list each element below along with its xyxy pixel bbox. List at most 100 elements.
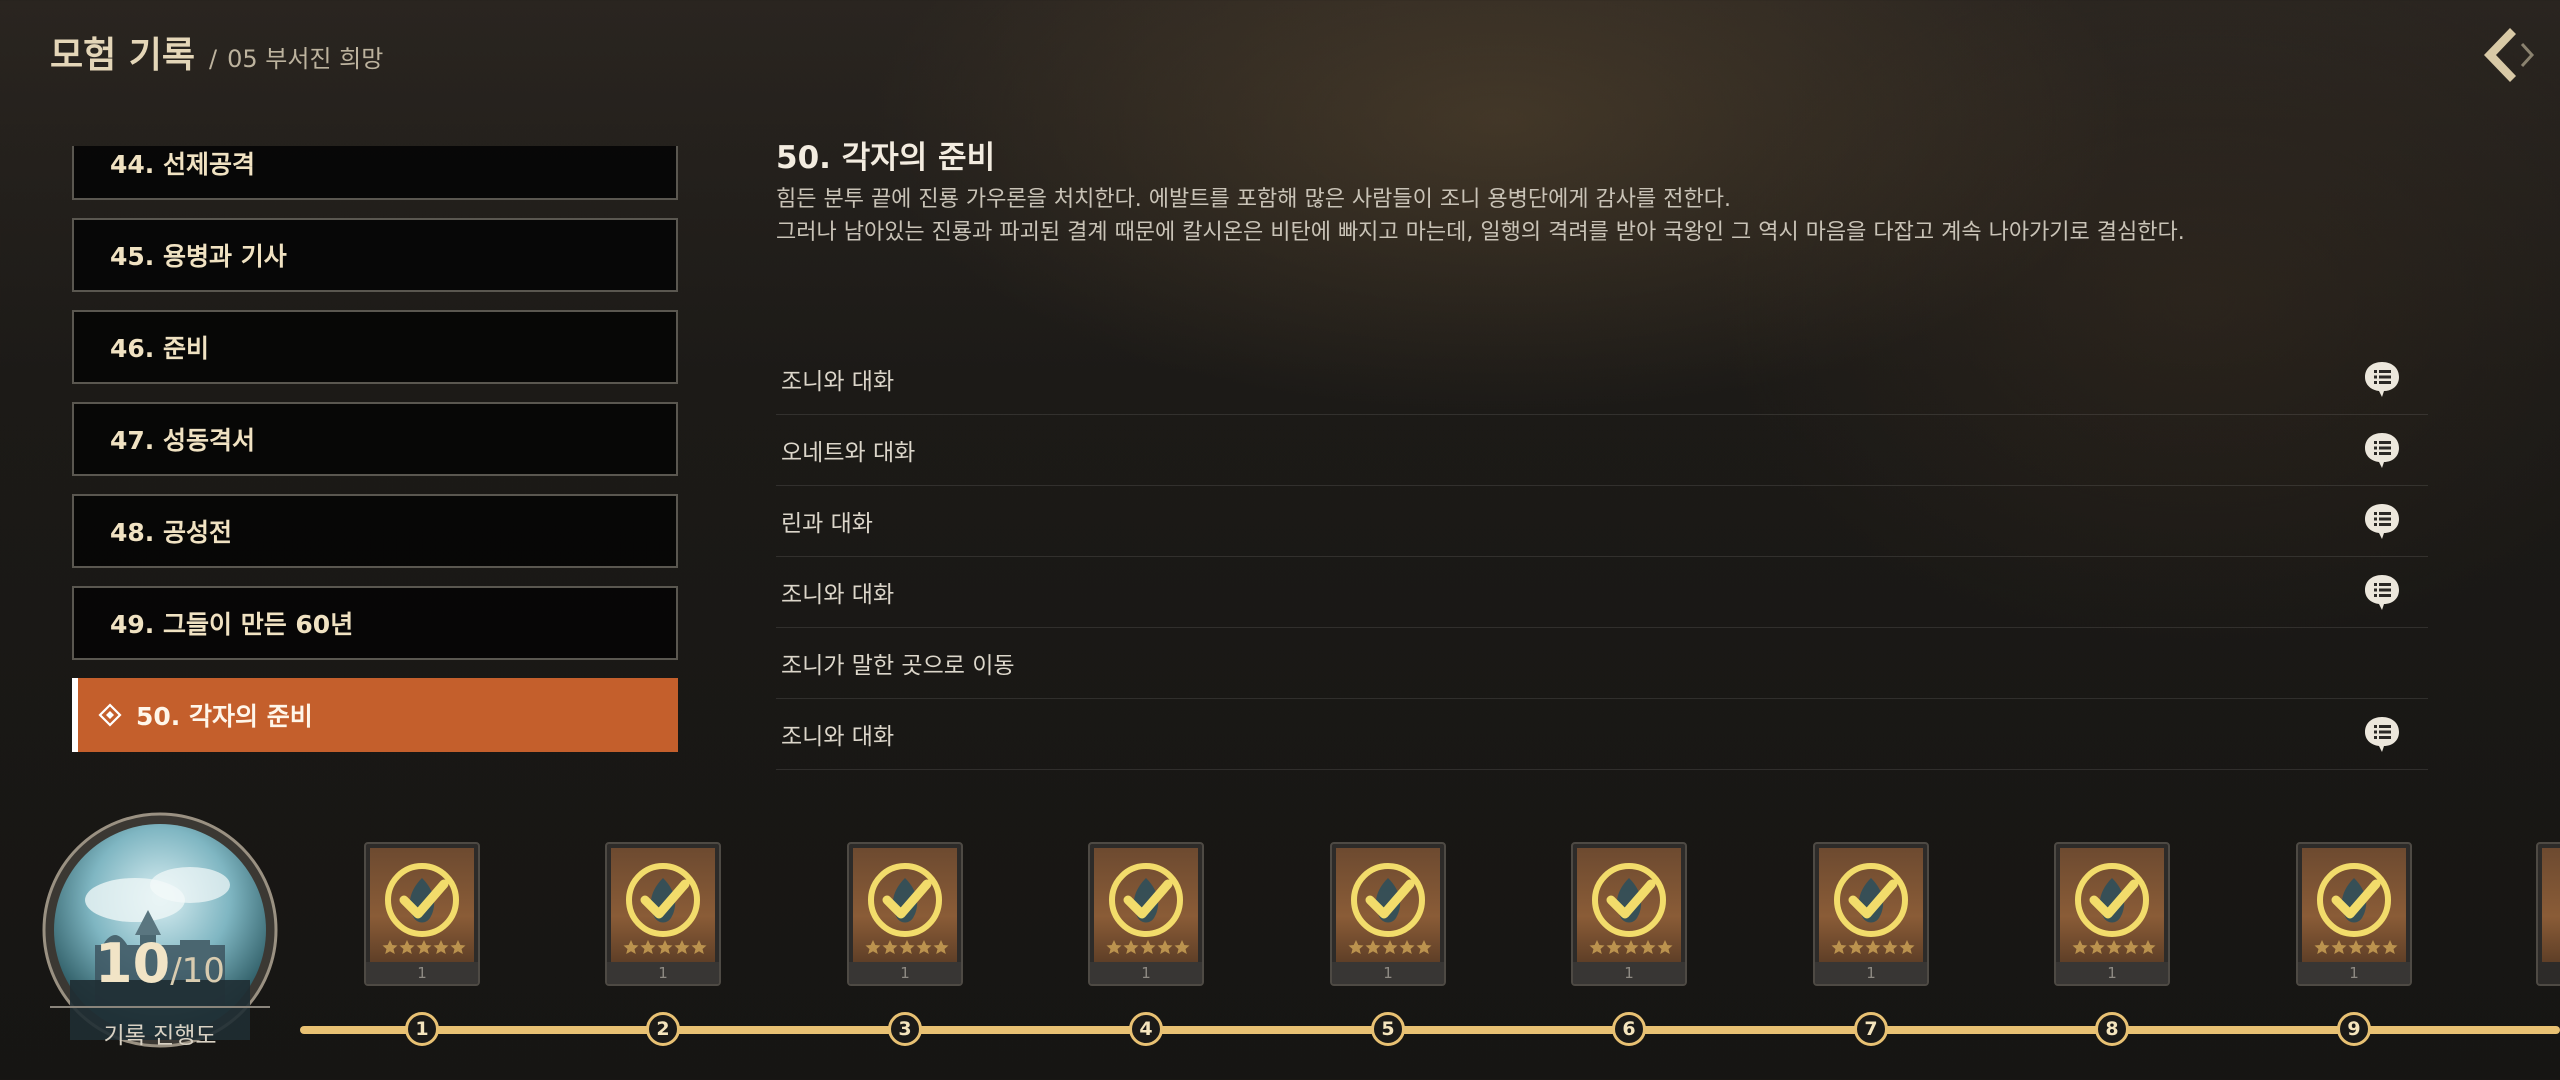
reward-card[interactable]: 1 [1330, 842, 1446, 986]
page-title: 모험 기록 [50, 35, 196, 76]
star-icon [2123, 940, 2139, 954]
reward-card-art [853, 848, 957, 962]
task-row: 조니와 대화 [776, 344, 2428, 415]
star-icon [1157, 940, 1173, 954]
star-icon [399, 940, 415, 954]
star-icon [1140, 940, 1156, 954]
description-line: 힘든 분투 끝에 진룡 가우론을 처치한다. 에발트를 포함해 많은 사람들이 … [776, 187, 1731, 212]
timeline-node[interactable]: 7 [1854, 1012, 1888, 1046]
star-icon [1606, 940, 1622, 954]
chapter-item[interactable]: 49. 그들이 만든 60년 [72, 586, 678, 660]
progress-separator: / [170, 951, 182, 991]
reward-count: 1 [1332, 962, 1444, 984]
star-icon [1589, 940, 1605, 954]
breadcrumb: 05 부서진 희망 [227, 45, 384, 73]
star-icon [1365, 940, 1381, 954]
chapter-label: 48. 공성전 [110, 518, 232, 547]
timeline-node[interactable]: 3 [888, 1012, 922, 1046]
checkmark-icon [623, 863, 707, 954]
chat-bubble-icon[interactable] [2362, 430, 2402, 470]
task-label: 조니와 대화 [781, 369, 895, 395]
reward-card[interactable]: 1 [1088, 842, 1204, 986]
checkmark-icon [2072, 863, 2156, 954]
star-icon [1657, 940, 1673, 954]
chat-bubble-icon[interactable] [2362, 714, 2402, 754]
star-icon [657, 940, 673, 954]
checkmark-icon [1831, 863, 1915, 954]
timeline-node[interactable]: 6 [1612, 1012, 1646, 1046]
reward-timeline [300, 1026, 2560, 1034]
checkmark-icon [865, 863, 949, 954]
star-icon [1348, 940, 1364, 954]
back-button[interactable] [2470, 20, 2540, 90]
star-icon [882, 940, 898, 954]
chapter-label: 44. 선제공격 [110, 150, 255, 179]
reward-card[interactable]: 1 [364, 842, 480, 986]
reward-card-art [2542, 848, 2560, 962]
task-row: 린과 대화 [776, 486, 2428, 557]
back-chevron-icon [2484, 28, 2535, 82]
breadcrumb-separator: / [209, 45, 218, 73]
chapter-item[interactable]: 48. 공성전 [72, 494, 678, 568]
chapter-description: 힘든 분투 끝에 진룡 가우론을 처치한다. 에발트를 포함해 많은 사람들이 … [776, 183, 2185, 249]
reward-card[interactable]: 1 [2296, 842, 2412, 986]
timeline-node[interactable]: 5 [1371, 1012, 1405, 1046]
star-icon [865, 940, 881, 954]
star-icon [1865, 940, 1881, 954]
chapter-item[interactable]: 44. 선제공격 [72, 146, 678, 200]
chapter-item[interactable]: 47. 성동격서 [72, 402, 678, 476]
star-icon [1399, 940, 1415, 954]
reward-card[interactable]: 1 [605, 842, 721, 986]
star-icon [2365, 940, 2381, 954]
star-icon [1623, 940, 1639, 954]
chapter-label: 50. 각자의 준비 [136, 702, 313, 731]
star-icon [1882, 940, 1898, 954]
chapter-label: 45. 용병과 기사 [110, 242, 287, 271]
reward-card[interactable]: 1 [1571, 842, 1687, 986]
task-label: 조니와 대화 [781, 724, 895, 750]
reward-count: 1 [1090, 962, 1202, 984]
chapter-item[interactable]: 50. 각자의 준비 [72, 678, 678, 752]
reward-card-partial[interactable] [2536, 842, 2560, 986]
timeline-node[interactable]: 8 [2095, 1012, 2129, 1046]
reward-count: 1 [2056, 962, 2168, 984]
star-icon [1106, 940, 1122, 954]
reward-card-art [1094, 848, 1198, 962]
star-icon [382, 940, 398, 954]
chapter-label: 46. 준비 [110, 334, 209, 363]
chapter-item[interactable]: 46. 준비 [72, 310, 678, 384]
progress-current: 10 [95, 932, 171, 995]
reward-card-art [611, 848, 715, 962]
star-icon [1174, 940, 1190, 954]
description-line: 그러나 남아있는 진룡과 파괴된 결계 때문에 칼시온은 비탄에 빠지고 마는데… [776, 220, 2185, 245]
page-header: 모험 기록 / 05 부서진 희망 [50, 26, 383, 78]
reward-card-art [2060, 848, 2164, 962]
timeline-node[interactable]: 2 [646, 1012, 680, 1046]
reward-card[interactable]: 1 [2054, 842, 2170, 986]
reward-card[interactable]: 1 [847, 842, 963, 986]
reward-card-art [2302, 848, 2406, 962]
reward-count: 1 [366, 962, 478, 984]
chat-bubble-icon[interactable] [2362, 359, 2402, 399]
reward-card-art [1819, 848, 1923, 962]
star-icon [2348, 940, 2364, 954]
chat-bubble-icon[interactable] [2362, 572, 2402, 612]
star-icon [674, 940, 690, 954]
task-list: 조니와 대화 오네트와 대화 린과 대화 조니와 대화 조니가 말한 곳으로 이동 조니와… [776, 344, 2428, 770]
star-icon [2140, 940, 2156, 954]
chapter-item[interactable]: 45. 용병과 기사 [72, 218, 678, 292]
checkmark-icon [1106, 863, 1190, 954]
timeline-node[interactable]: 9 [2337, 1012, 2371, 1046]
reward-card[interactable]: 1 [1813, 842, 1929, 986]
chapter-detail-title: 50. 각자의 준비 [776, 140, 996, 176]
reward-count: 1 [849, 962, 961, 984]
reward-count: 1 [607, 962, 719, 984]
timeline-node[interactable]: 4 [1129, 1012, 1163, 1046]
task-row: 조니와 대화 [776, 699, 2428, 770]
star-icon [2331, 940, 2347, 954]
chat-bubble-icon[interactable] [2362, 501, 2402, 541]
timeline-node[interactable]: 1 [405, 1012, 439, 1046]
chapter-list: 44. 선제공격 45. 용병과 기사 46. 준비 47. 성동격서 48. 공성전 4… [72, 146, 682, 754]
star-icon [450, 940, 466, 954]
progress-emblem [40, 810, 280, 1050]
